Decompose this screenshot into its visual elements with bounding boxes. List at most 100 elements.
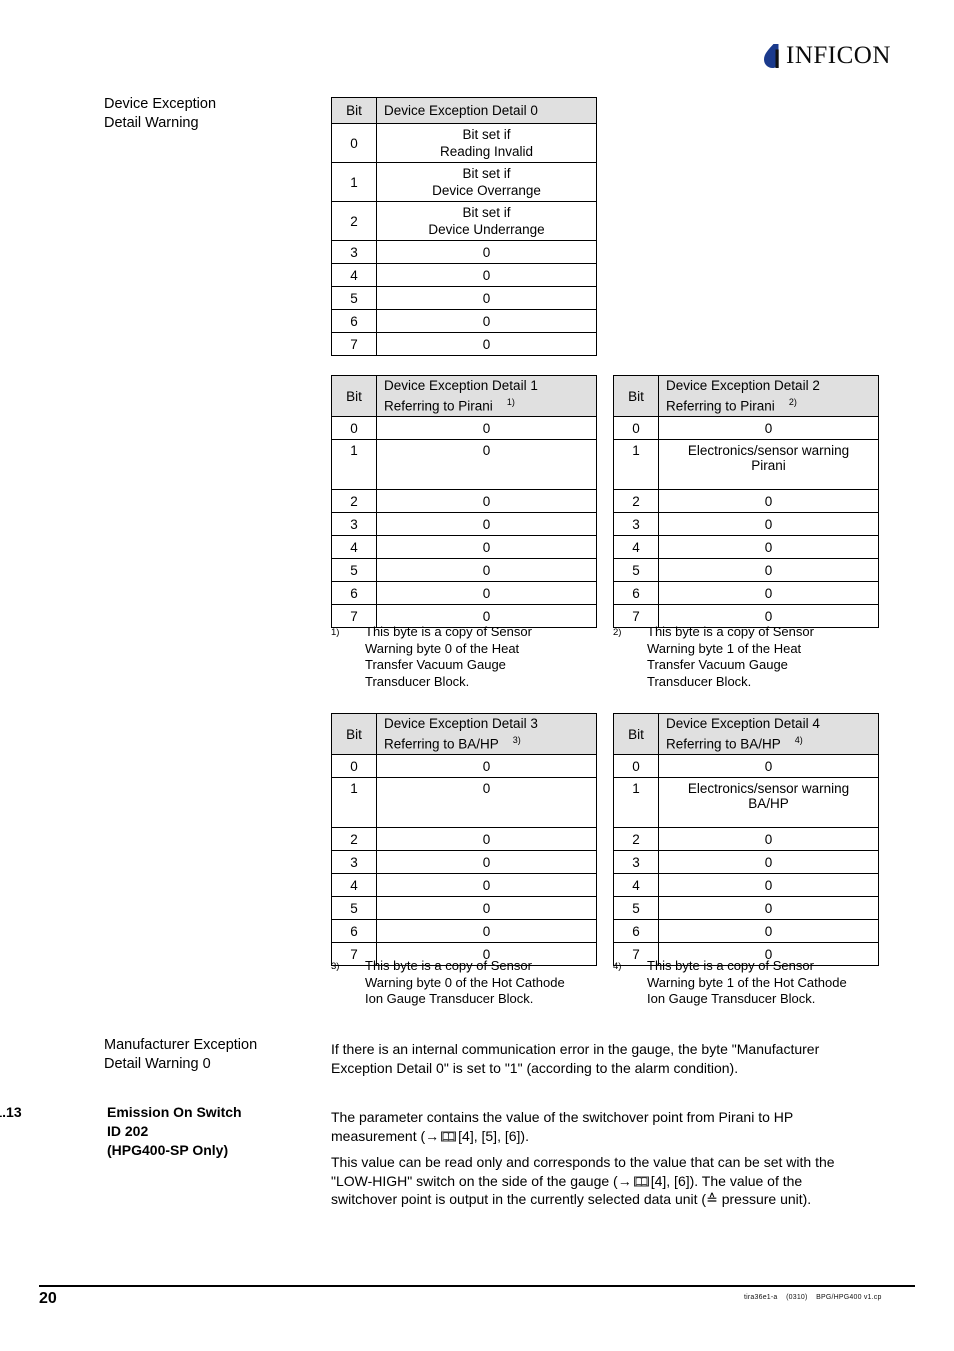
table-row: 2 0 [331,489,597,513]
table-body: 0 0 1 Electronics/sensor warning Pirani 2… [613,416,879,628]
table-row: 4 0 [331,535,597,559]
cell-value: 0 [376,827,597,851]
table-row: 1 Electronics/sensor warning BA/HP [613,777,879,828]
table-row: 6 0 [613,581,879,605]
table-row: 0 Bit set if Reading Invalid [331,123,597,163]
cell-bit: 6 [331,309,377,333]
cell-value: 0 [376,850,597,874]
section-id-line: ID 202 [107,1123,149,1139]
cell-value: 0 [658,558,879,582]
inficon-drop-icon [762,43,784,69]
cell-bit: 6 [331,581,377,605]
cell-value: 0 [658,512,879,536]
header-footnote-mark: 4) [794,735,803,746]
section-heading: 3.1.1.13 Emission On Switch ID 202 (HPG40… [0,1103,329,1160]
cell-value: 0 [376,777,597,828]
table-row: 7 0 [331,332,597,356]
cell-value: Bit set if Device Underrange [376,201,597,241]
footnote-marker: 3) [331,961,340,972]
table-body: 0 0 1 0 2 0 3 0 4 0 5 0 6 0 7 0 [331,416,597,628]
cell-bit: 4 [613,873,659,897]
cell-bit: 3 [331,512,377,536]
footnote-marker: 2) [613,627,622,638]
footnote-2: 2) This byte is a copy of Sensor Warning… [613,624,852,690]
label-device-exception-detail-warning: Device Exception Detail Warning [104,96,217,131]
table-device-exception-detail-1: Bit Device Exception Detail 1 Referring t… [331,375,597,628]
table-row: 4 0 [331,873,597,897]
page-number: 20 [39,1290,57,1307]
cell-value: 0 [658,873,879,897]
footnote-marker: 1) [331,627,340,638]
cell-value: 0 [658,754,879,778]
cell-bit: 6 [331,919,377,943]
document-page: INFICON Device Exception Detail Warning B… [0,0,954,1351]
cell-value: Bit set if Device Overrange [376,162,597,202]
cell-value: 0 [376,332,597,356]
header-title: Device Exception Detail 4 Referring to BA… [658,713,879,755]
footer-divider [39,1285,915,1287]
header-footnote-mark: 3) [512,735,521,746]
inficon-logo: INFICON [762,42,891,70]
cell-bit: 0 [613,754,659,778]
section-variant-line: (HPG400-SP Only) [107,1142,229,1158]
cell-bit: 5 [331,286,377,310]
header-title: Device Exception Detail 3 Referring to BA… [376,713,597,755]
header-bit: Bit [331,97,377,124]
cell-bit: 7 [331,332,377,356]
table-row: 5 0 [613,896,879,920]
table-row: 0 0 [613,416,879,440]
table-device-exception-detail-4: Bit Device Exception Detail 4 Referring t… [613,713,879,966]
cell-bit: 5 [331,896,377,920]
header-title-text: Device Exception Detail 3 Referring to BA… [384,716,538,752]
table-row: 3 0 [613,512,879,536]
table-row: 1 Bit set if Device Overrange [331,162,597,202]
footnote-1: 1) This byte is a copy of Sensor Warning… [331,624,570,690]
footnote-4: 4) This byte is a copy of Sensor Warning… [613,958,852,1008]
table-row: 1 0 [331,777,597,828]
cell-bit: 3 [331,850,377,874]
table-header-row: Bit Device Exception Detail 4 Referring t… [613,713,879,755]
cell-value: 0 [376,240,597,264]
section-number: 3.1.1.13 [0,1104,22,1120]
cell-value: 0 [658,535,879,559]
cell-bit: 0 [613,416,659,440]
cell-bit: 2 [613,489,659,513]
cell-value: Electronics/sensor warning Pirani [658,439,879,490]
header-title: Device Exception Detail 1 Referring to Pi… [376,375,597,417]
cell-bit: 1 [331,162,377,202]
cell-bit: 3 [613,850,659,874]
cell-bit: 2 [613,827,659,851]
cell-value: 0 [658,581,879,605]
table-row: 3 0 [331,850,597,874]
table-header-row: Bit Device Exception Detail 1 Referring t… [331,375,597,417]
cell-bit: 1 [613,439,659,490]
table-row: 2 0 [613,489,879,513]
footnote-3: 3) This byte is a copy of Sensor Warning… [331,958,570,1008]
header-title: Device Exception Detail 2 Referring to Pi… [658,375,879,417]
table-header-row: Bit Device Exception Detail 0 [331,97,597,124]
table-row: 0 0 [331,416,597,440]
cell-value: 0 [376,535,597,559]
table-row: 5 0 [613,558,879,582]
section-title: Emission On Switch [107,1104,242,1120]
cell-value: 0 [376,263,597,287]
table-row: 6 0 [331,581,597,605]
table-device-exception-detail-0: Bit Device Exception Detail 0 0 Bit set … [331,97,597,356]
cell-value: 0 [376,581,597,605]
cell-bit: 1 [613,777,659,828]
cell-bit: 6 [613,581,659,605]
table-header-row: Bit Device Exception Detail 2 Referring t… [613,375,879,417]
cell-bit: 1 [331,777,377,828]
table-body: 0 Bit set if Reading Invalid 1 Bit set if… [331,123,597,356]
footnote-marker: 4) [613,961,622,972]
cell-bit: 4 [613,535,659,559]
cell-bit: 0 [331,754,377,778]
cell-value: 0 [376,873,597,897]
cell-bit: 2 [331,489,377,513]
table-row: 1 Electronics/sensor warning Pirani [613,439,879,490]
header-bit: Bit [331,713,377,755]
table-row: 2 0 [613,827,879,851]
table-device-exception-detail-3: Bit Device Exception Detail 3 Referring t… [331,713,597,966]
header-bit: Bit [613,713,659,755]
table-row: 5 0 [331,896,597,920]
